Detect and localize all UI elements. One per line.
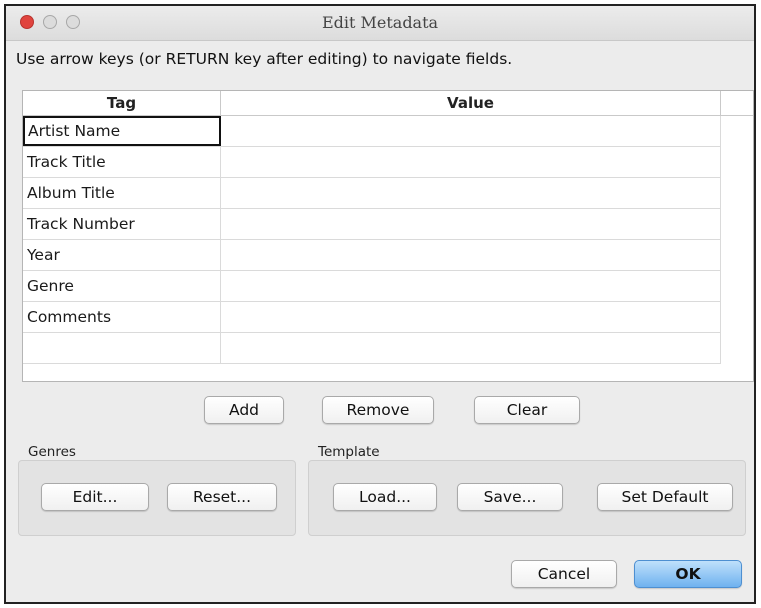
value-cell[interactable] <box>221 333 721 363</box>
edit-metadata-dialog: Edit Metadata Use arrow keys (or RETURN … <box>4 4 756 604</box>
table-row[interactable]: Track Title <box>23 147 721 178</box>
template-save-button[interactable]: Save... <box>457 483 563 511</box>
metadata-table: Tag Value Artist Name Track Title Album … <box>22 90 754 382</box>
value-cell[interactable] <box>221 116 721 146</box>
column-header-spacer <box>721 91 753 115</box>
title-bar[interactable]: Edit Metadata <box>6 6 754 41</box>
table-row[interactable]: Album Title <box>23 178 721 209</box>
template-load-button[interactable]: Load... <box>333 483 437 511</box>
ok-button[interactable]: OK <box>634 560 742 588</box>
table-row[interactable]: Genre <box>23 271 721 302</box>
table-row[interactable]: Track Number <box>23 209 721 240</box>
value-cell[interactable] <box>221 147 721 177</box>
tag-cell[interactable]: Comments <box>23 302 221 332</box>
column-header-tag[interactable]: Tag <box>23 91 221 115</box>
remove-button[interactable]: Remove <box>322 396 434 424</box>
table-row[interactable]: Year <box>23 240 721 271</box>
clear-button[interactable]: Clear <box>474 396 580 424</box>
template-label: Template <box>318 444 380 460</box>
tag-cell[interactable]: Album Title <box>23 178 221 208</box>
value-cell[interactable] <box>221 302 721 332</box>
tag-cell[interactable]: Genre <box>23 271 221 301</box>
table-header: Tag Value <box>23 91 753 116</box>
column-header-value[interactable]: Value <box>221 91 721 115</box>
window-title: Edit Metadata <box>321 13 439 32</box>
tag-cell[interactable]: Year <box>23 240 221 270</box>
template-group: Load... Save... Set Default <box>308 460 746 536</box>
tag-cell[interactable]: Track Number <box>23 209 221 239</box>
tag-cell[interactable] <box>23 333 221 363</box>
add-button[interactable]: Add <box>204 396 284 424</box>
value-cell[interactable] <box>221 240 721 270</box>
value-cell[interactable] <box>221 271 721 301</box>
genres-reset-button[interactable]: Reset... <box>167 483 277 511</box>
table-body: Artist Name Track Title Album Title Trac… <box>23 116 721 364</box>
cancel-button[interactable]: Cancel <box>511 560 617 588</box>
value-cell[interactable] <box>221 178 721 208</box>
genres-label: Genres <box>28 444 76 460</box>
value-cell[interactable] <box>221 209 721 239</box>
table-row[interactable]: Comments <box>23 302 721 333</box>
genres-group: Edit... Reset... <box>18 460 296 536</box>
table-row[interactable]: Artist Name <box>23 116 721 147</box>
tag-cell[interactable]: Artist Name <box>23 116 221 146</box>
genres-edit-button[interactable]: Edit... <box>41 483 149 511</box>
tag-cell[interactable]: Track Title <box>23 147 221 177</box>
instructions-text: Use arrow keys (or RETURN key after edit… <box>16 50 513 68</box>
set-default-button[interactable]: Set Default <box>597 483 733 511</box>
table-row[interactable] <box>23 333 721 364</box>
